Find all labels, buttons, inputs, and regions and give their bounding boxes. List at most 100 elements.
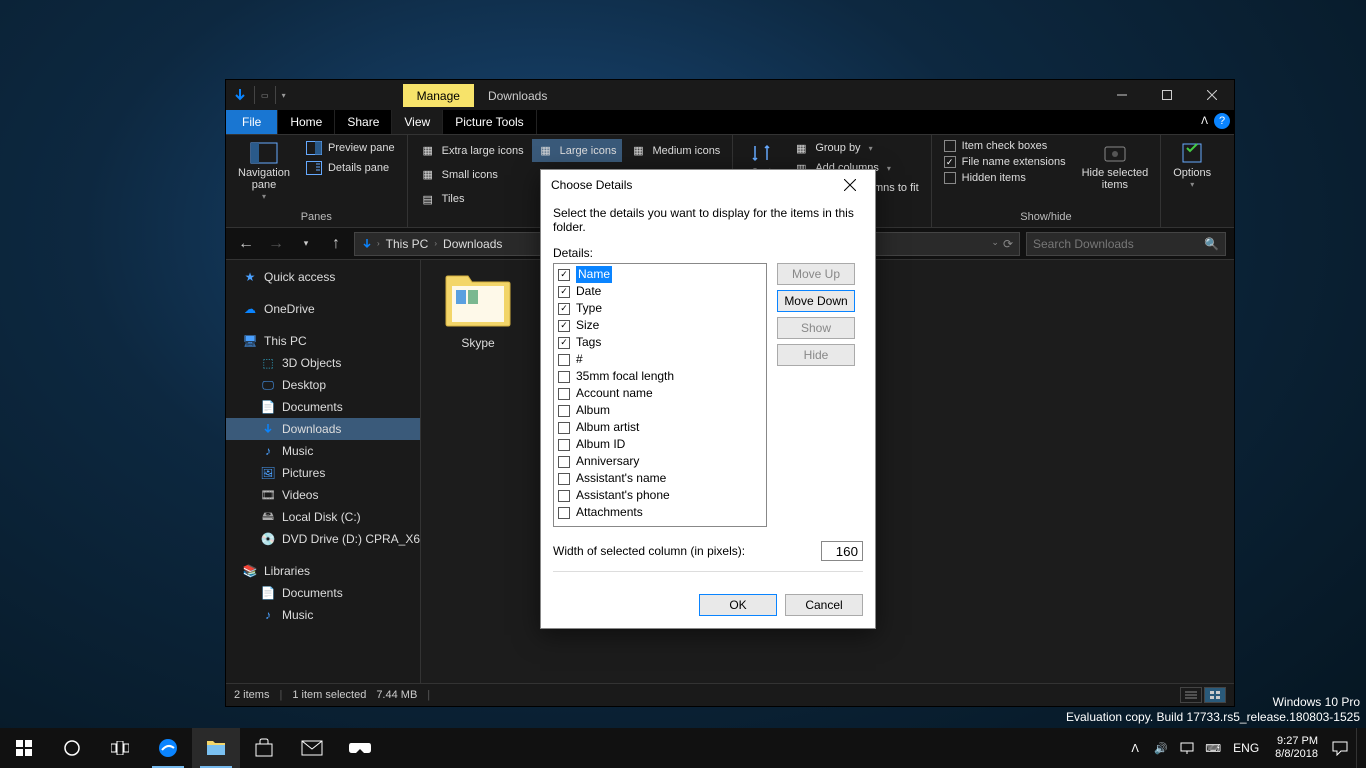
cortana-button[interactable] [48,728,96,768]
details-pane-button[interactable]: Details pane [300,159,401,177]
details-list-item[interactable]: Album artist [556,419,764,436]
hide-selected-items-button[interactable]: Hide selected items [1076,139,1155,211]
chevron-right-icon[interactable]: › [377,239,380,248]
qat-customize-dropdown-icon[interactable]: ▾ [282,91,286,100]
tree-quick-access[interactable]: ★Quick access [226,266,420,288]
tab-view[interactable]: View [392,110,443,134]
checkbox-icon[interactable] [558,456,570,468]
checkbox-checked-icon[interactable]: ✓ [558,337,570,349]
layout-medium-icons[interactable]: ▦Medium icons [624,139,726,162]
tab-share[interactable]: Share [335,110,392,134]
tree-dvd-drive[interactable]: 💿DVD Drive (D:) CPRA_X64F [226,528,420,550]
column-width-input[interactable] [821,541,863,561]
tree-music[interactable]: ♪Music [226,440,420,462]
details-list-item[interactable]: Assistant's phone [556,487,764,504]
up-button[interactable]: ↑ [324,232,348,256]
checkbox-icon[interactable] [558,473,570,485]
move-up-button[interactable]: Move Up [777,263,855,285]
navigation-pane-button[interactable]: Navigation pane ▾ [232,139,296,211]
details-list-item[interactable]: Attachments [556,504,764,521]
folder-item-skype[interactable]: Skype [433,272,523,350]
taskbar-app-explorer[interactable] [192,728,240,768]
refresh-icon[interactable]: ⟳ [1003,237,1013,251]
layout-extra-large-icons[interactable]: ▦Extra large icons [414,139,530,162]
checkbox-icon[interactable] [558,439,570,451]
taskbar-app-mail[interactable] [288,728,336,768]
maximize-button[interactable] [1144,80,1189,110]
checkbox-icon[interactable] [558,507,570,519]
action-center-icon[interactable] [1330,738,1350,758]
tree-downloads[interactable]: Downloads [226,418,420,440]
tree-libraries[interactable]: 📚Libraries [226,560,420,582]
details-list-item[interactable]: ✓Name [556,266,764,283]
details-list-item[interactable]: ✓Size [556,317,764,334]
tree-desktop[interactable]: 🖵Desktop [226,374,420,396]
tree-local-disk[interactable]: 🖴Local Disk (C:) [226,506,420,528]
details-list-item[interactable]: ✓Date [556,283,764,300]
details-list-item[interactable]: Account name [556,385,764,402]
search-input[interactable]: Search Downloads 🔍 [1026,232,1226,256]
details-list-item[interactable]: # [556,351,764,368]
checkbox-icon[interactable] [558,388,570,400]
minimize-button[interactable] [1099,80,1144,110]
move-down-button[interactable]: Move Down [777,290,855,312]
item-check-boxes-toggle[interactable]: Item check boxes [938,139,1072,153]
checkbox-checked-icon[interactable]: ✓ [558,320,570,332]
back-button[interactable]: ← [234,232,258,256]
group-by-button[interactable]: ▦Group by▾ [787,139,924,157]
tab-home[interactable]: Home [278,110,335,134]
contextual-tab-manage[interactable]: Manage [403,84,474,107]
tab-picture-tools[interactable]: Picture Tools [443,110,536,134]
show-button[interactable]: Show [777,317,855,339]
close-button[interactable] [1189,80,1234,110]
recent-locations-dropdown[interactable]: ▾ [294,232,318,256]
volume-icon[interactable]: 🔊 [1151,738,1171,758]
taskbar-app-mixed-reality[interactable] [336,728,384,768]
cancel-button[interactable]: Cancel [785,594,863,616]
tree-pictures[interactable]: 🖼Pictures [226,462,420,484]
task-view-button[interactable] [96,728,144,768]
tree-documents[interactable]: 📄Documents [226,396,420,418]
chevron-right-icon[interactable]: › [434,239,437,248]
navigation-pane[interactable]: ★Quick access ☁OneDrive 🖥This PC ⬚3D Obj… [226,260,421,683]
forward-button[interactable]: → [264,232,288,256]
show-desktop-button[interactable] [1356,728,1362,768]
keyboard-icon[interactable]: ⌨ [1203,738,1223,758]
checkbox-icon[interactable] [558,422,570,434]
details-list-item[interactable]: Album [556,402,764,419]
checkbox-icon[interactable] [558,405,570,417]
hide-button[interactable]: Hide [777,344,855,366]
checkbox-icon[interactable] [558,354,570,366]
dialog-close-button[interactable] [835,170,865,200]
language-indicator[interactable]: ENG [1229,741,1263,755]
checkbox-checked-icon[interactable]: ✓ [558,286,570,298]
checkbox-icon[interactable] [558,490,570,502]
collapse-ribbon-icon[interactable]: ᐱ [1201,116,1208,127]
details-list-item[interactable]: Assistant's name [556,470,764,487]
history-dropdown-icon[interactable]: ⌄ [991,237,999,251]
dialog-titlebar[interactable]: Choose Details [541,170,875,200]
tree-onedrive[interactable]: ☁OneDrive [226,298,420,320]
details-list-item[interactable]: Anniversary [556,453,764,470]
tree-lib-documents[interactable]: 📄Documents [226,582,420,604]
tray-overflow-icon[interactable]: ᐱ [1125,738,1145,758]
checkbox-checked-icon[interactable]: ✓ [558,269,570,281]
ok-button[interactable]: OK [699,594,777,616]
tree-videos[interactable]: 🎞Videos [226,484,420,506]
breadcrumb-downloads[interactable]: Downloads [439,237,506,251]
hidden-items-toggle[interactable]: Hidden items [938,171,1072,185]
help-icon[interactable]: ? [1214,113,1230,129]
details-list-item[interactable]: Album ID [556,436,764,453]
taskbar-app-edge[interactable] [144,728,192,768]
checkbox-checked-icon[interactable]: ✓ [558,303,570,315]
start-button[interactable] [0,728,48,768]
tree-this-pc[interactable]: 🖥This PC [226,330,420,352]
tree-3d-objects[interactable]: ⬚3D Objects [226,352,420,374]
details-list-item[interactable]: 35mm focal length [556,368,764,385]
tree-lib-music[interactable]: ♪Music [226,604,420,626]
qat-properties-icon[interactable]: ▭ [261,91,269,100]
network-icon[interactable] [1177,738,1197,758]
details-listbox[interactable]: ✓Name✓Date✓Type✓Size✓Tags#35mm focal len… [553,263,767,527]
layout-small-icons[interactable]: ▦Small icons [414,163,530,186]
clock[interactable]: 9:27 PM 8/8/2018 [1269,735,1324,761]
